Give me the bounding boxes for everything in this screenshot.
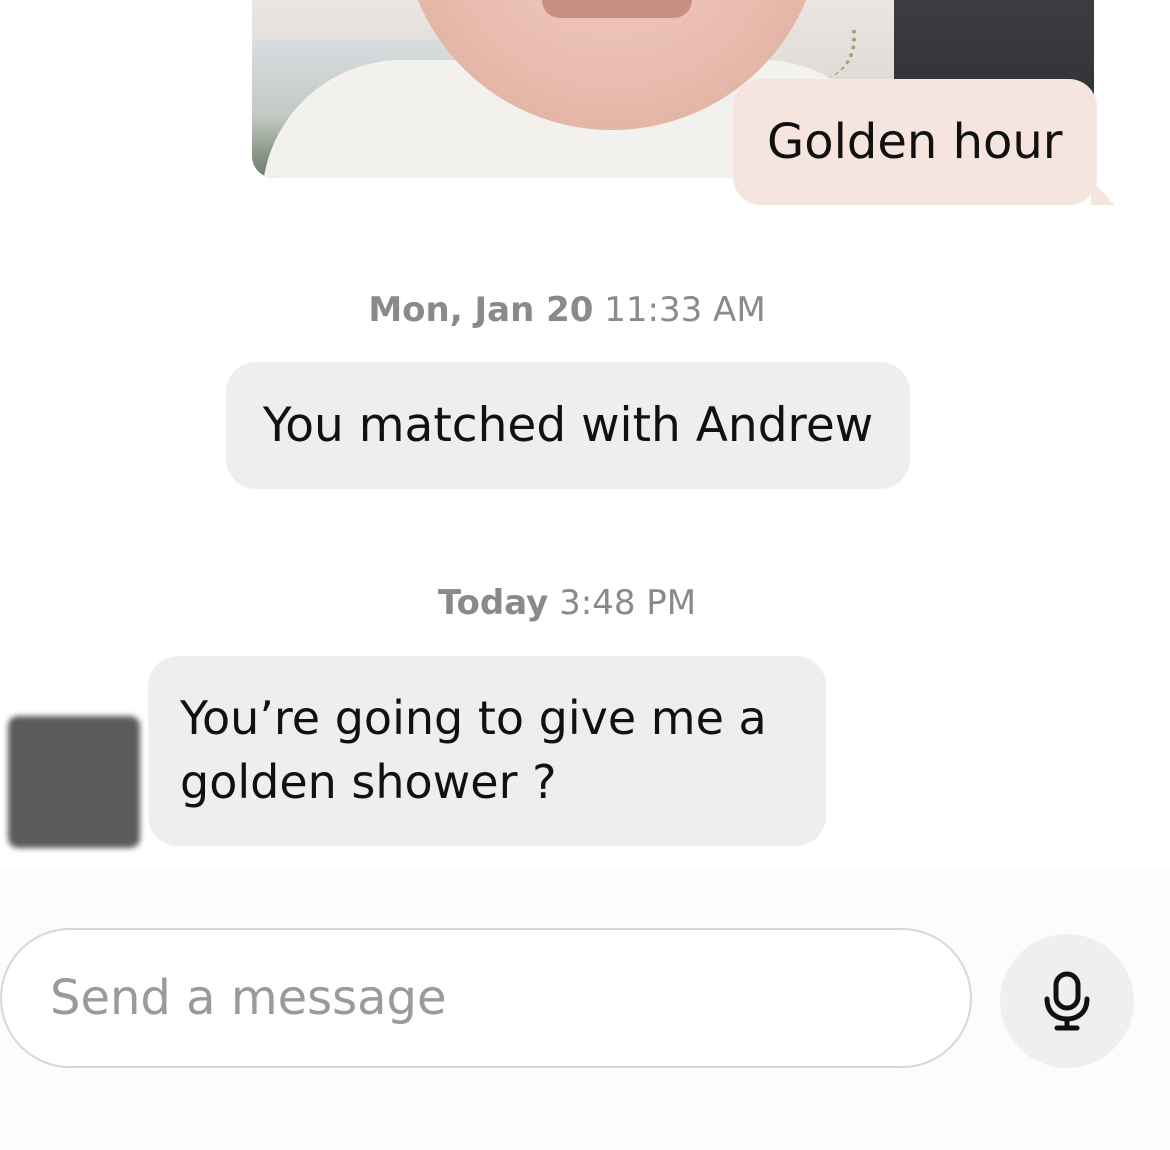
timestamp-divider: Today 3:48 PM	[0, 583, 1134, 623]
photo-chain	[792, 30, 856, 80]
timestamp-time: 3:48 PM	[559, 583, 697, 623]
timestamp-divider: Mon, Jan 20 11:33 AM	[0, 290, 1134, 330]
photo-lip	[542, 0, 692, 18]
outgoing-message-bubble[interactable]: Golden hour	[733, 79, 1097, 205]
timestamp-day: Today	[437, 583, 549, 623]
message-input[interactable]: Send a message	[0, 928, 972, 1068]
incoming-message-bubble[interactable]: You’re going to give me a golden shower …	[148, 656, 826, 846]
match-notice-bubble: You matched with Andrew	[226, 362, 910, 489]
timestamp-day: Mon, Jan 20	[368, 290, 594, 330]
microphone-icon	[1044, 971, 1090, 1031]
timestamp-time: 11:33 AM	[604, 290, 766, 330]
sender-avatar[interactable]	[8, 716, 140, 848]
microphone-button[interactable]	[1000, 934, 1134, 1068]
